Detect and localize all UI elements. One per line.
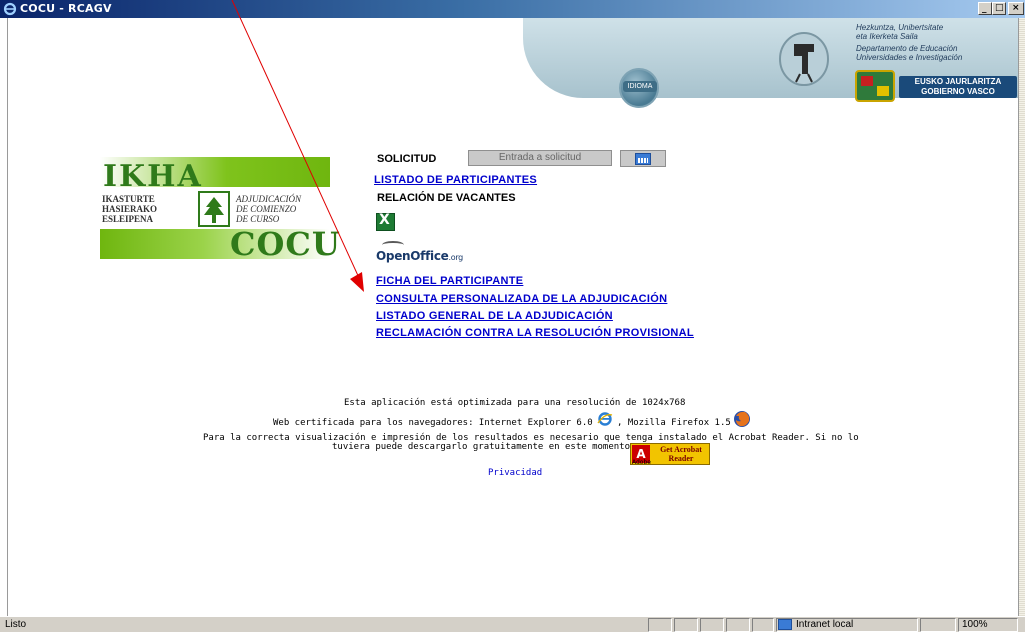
left-frame-border: [0, 18, 8, 616]
maximize-button[interactable]: □: [992, 2, 1006, 15]
excel-glyph: X: [379, 212, 390, 228]
close-button[interactable]: ×: [1008, 2, 1024, 15]
listado-general-link[interactable]: LISTADO GENERAL DE LA ADJUDICACIÓN: [376, 310, 613, 322]
openoffice-logo[interactable]: OpenOffice.org: [376, 241, 463, 265]
privacidad-link[interactable]: Privacidad: [488, 468, 542, 478]
ikha-cocu-logo: IKHA IKASTURTE HASIERAKO ESLEIPENA ADJUD…: [100, 157, 341, 263]
logo-basque-text: IKASTURTE HASIERAKO ESLEIPENA: [102, 194, 157, 224]
security-zone: Intranet local: [796, 619, 854, 630]
department-crest-icon: [779, 32, 829, 86]
get-acrobat-line: Get Acrobat: [660, 445, 702, 454]
minimize-icon: _: [982, 4, 987, 14]
logo-spanish-line: ADJUDICACIÓN: [236, 194, 301, 204]
openoffice-suffix: .org: [448, 253, 463, 262]
department-line: Departamento de Educación: [856, 44, 958, 53]
reclamacion-link[interactable]: RECLAMACIÓN CONTRA LA RESOLUCIÓN PROVISI…: [376, 327, 694, 339]
idioma-button[interactable]: IDIOMA: [619, 68, 659, 108]
excel-icon[interactable]: X: [376, 212, 395, 231]
browser-window: COCU - RCAGV _ □ × IDIOMA Hezkuntza, Uni…: [0, 0, 1025, 632]
acrobat-note-line2: tuviera puede descargarlo gratuitamente …: [332, 442, 636, 452]
get-acrobat-line: Reader: [668, 454, 694, 463]
gobierno-vasco-name: EUSKO JAURLARITZA GOBIERNO VASCO: [899, 76, 1017, 98]
calendar-button[interactable]: [620, 150, 666, 167]
department-name: Hezkuntza, Unibertsitate eta Ikerketa Sa…: [856, 23, 1016, 62]
logo-basque-line: HASIERAKO: [102, 204, 158, 214]
title-bar[interactable]: COCU - RCAGV _ □ ×: [0, 0, 1025, 18]
gobierno-vasco-logo: EUSKO JAURLARITZA GOBIERNO VASCO: [855, 70, 1017, 104]
listado-participantes-link[interactable]: LISTADO DE PARTICIPANTES: [374, 174, 537, 186]
idioma-label: IDIOMA: [623, 81, 657, 92]
ficha-participante-link[interactable]: FICHA DEL PARTICIPANTE: [376, 275, 523, 287]
maximize-icon: □: [995, 3, 1004, 13]
browsers-note: Web certificada para los navegadores: In…: [273, 418, 593, 428]
logo-spanish-line: DE CURSO: [236, 214, 280, 224]
logo-spanish-text: ADJUDICACIÓN DE COMIENZO DE CURSO: [236, 194, 301, 224]
adobe-label: Adobe: [632, 459, 651, 466]
internet-explorer-icon: [3, 2, 17, 16]
intranet-icon: [778, 619, 792, 630]
resolution-note: Esta aplicación está optimizada para una…: [344, 398, 686, 408]
firefox-icon[interactable]: [733, 410, 751, 428]
logo-ikha: IKHA: [103, 159, 203, 194]
department-line: eta Ikerketa Saila: [856, 32, 918, 41]
privacy-cell[interactable]: [920, 618, 956, 632]
openoffice-arc: [382, 241, 404, 249]
zoom-level[interactable]: 100%: [962, 619, 988, 630]
header-banner: IDIOMA Hezkuntza, Unibertsitate eta Iker…: [523, 18, 1018, 113]
solicitud-label: SOLICITUD: [377, 153, 437, 165]
get-acrobat-label: Get Acrobat Reader: [653, 445, 709, 463]
gov-line: GOBIERNO VASCO: [921, 87, 995, 96]
openoffice-text: OpenOffice.org: [376, 249, 463, 263]
gov-line: EUSKO JAURLARITZA: [914, 77, 1002, 86]
department-line: Hezkuntza, Unibertsitate: [856, 23, 944, 32]
tree-icon: [198, 191, 230, 227]
status-cell: [674, 618, 698, 632]
status-cell: [726, 618, 750, 632]
status-cell: [752, 618, 774, 632]
logo-cocu: COCU: [230, 225, 341, 263]
relacion-vacantes-label: RELACIÓN DE VACANTES: [377, 192, 516, 204]
logo-spanish-line: DE COMIENZO: [236, 204, 297, 214]
calendar-icon: [635, 153, 651, 165]
consulta-personalizada-link[interactable]: CONSULTA PERSONALIZADA DE LA ADJUDICACIÓ…: [376, 293, 667, 305]
close-icon: ×: [1012, 3, 1020, 13]
browsers-note-suffix: , Mozilla Firefox 1.5: [617, 418, 731, 428]
openoffice-main: OpenOffice: [376, 249, 449, 263]
internet-explorer-icon[interactable]: [597, 411, 613, 427]
status-bar: Listo Intranet local 100%: [0, 616, 1025, 632]
status-text: Listo: [5, 619, 27, 630]
status-cell: [648, 618, 672, 632]
logo-basque-line: ESLEIPENA: [102, 214, 154, 224]
basque-shield-icon: [855, 70, 895, 102]
logo-basque-line: IKASTURTE: [102, 194, 155, 204]
department-line: Universidades e Investigación: [856, 53, 963, 62]
vertical-scrollbar[interactable]: [1018, 18, 1025, 616]
entrada-solicitud-button[interactable]: Entrada a solicitud: [468, 150, 612, 166]
status-cell: [700, 618, 724, 632]
window-title: COCU - RCAGV: [20, 2, 112, 15]
minimize-button[interactable]: _: [978, 2, 992, 15]
get-acrobat-reader-button[interactable]: A Get Acrobat Reader Adobe: [630, 443, 710, 466]
